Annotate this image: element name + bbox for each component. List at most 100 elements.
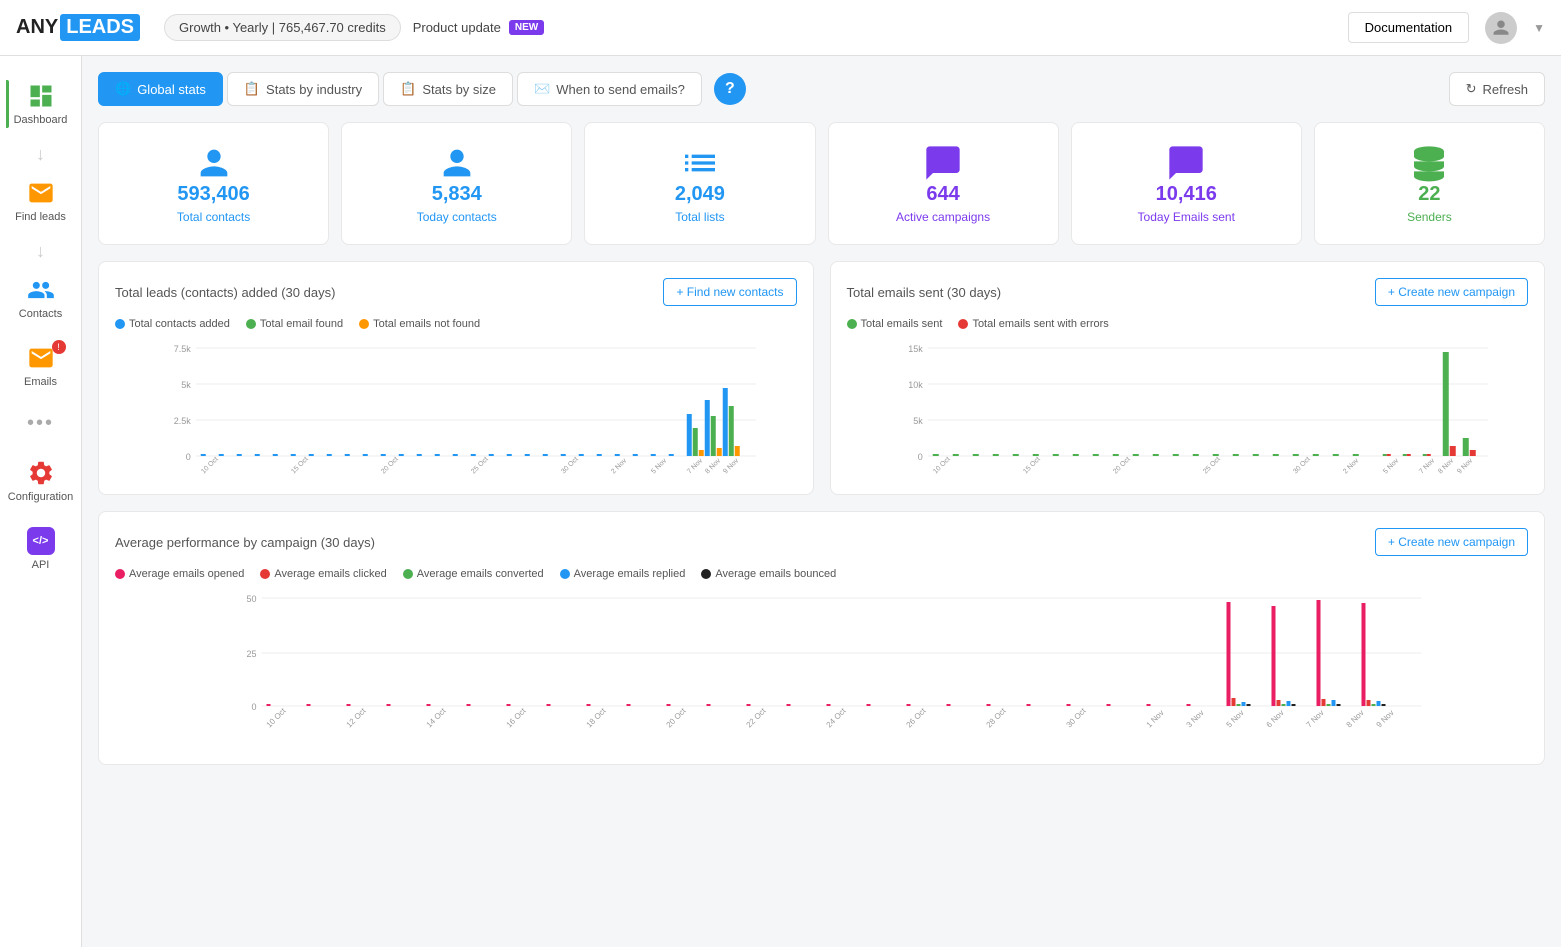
- svg-text:16 Oct: 16 Oct: [505, 706, 529, 730]
- svg-text:30 Oct: 30 Oct: [560, 456, 580, 476]
- svg-text:8 Nov: 8 Nov: [1345, 708, 1366, 729]
- nav-arrow-2: ↓: [36, 241, 45, 262]
- tab-when-to-send[interactable]: ✉️ When to send emails?: [517, 72, 702, 106]
- legend-emails-replied: Average emails replied: [560, 568, 686, 580]
- sidebar-item-more[interactable]: •••: [6, 402, 76, 445]
- api-icon: </>: [27, 527, 55, 555]
- documentation-button[interactable]: Documentation: [1348, 12, 1469, 43]
- svg-text:6 Nov: 6 Nov: [1265, 708, 1286, 729]
- svg-text:20 Oct: 20 Oct: [380, 456, 400, 476]
- tab-global-stats[interactable]: 🌐 Global stats: [98, 72, 223, 106]
- chart-emails-header: Total emails sent (30 days) + Create new…: [847, 278, 1529, 306]
- legend-dot-blue: [115, 319, 125, 329]
- svg-text:5 Nov: 5 Nov: [1382, 457, 1400, 475]
- svg-text:9 Nov: 9 Nov: [722, 457, 740, 475]
- svg-text:8 Nov: 8 Nov: [1437, 457, 1455, 475]
- active-campaigns-icon: [923, 143, 963, 183]
- stat-label-today-emails-sent: Today Emails sent: [1138, 210, 1235, 224]
- contacts-icon: [27, 276, 55, 304]
- logo-leads: LEADS: [60, 14, 140, 41]
- svg-text:10k: 10k: [908, 380, 923, 390]
- chart-emails-area: 15k 10k 5k 0: [847, 338, 1529, 478]
- legend-emails-not-found: Total emails not found: [359, 318, 480, 330]
- svg-text:0: 0: [917, 452, 922, 462]
- nav-arrow-1: ↓: [36, 144, 45, 165]
- stat-card-today-emails-sent: 10,416 Today Emails sent: [1071, 122, 1302, 245]
- legend-emails-sent: Total emails sent: [847, 318, 943, 330]
- help-button[interactable]: ?: [714, 73, 746, 105]
- logo: ANY LEADS: [16, 14, 140, 41]
- legend-dot-opened: [115, 569, 125, 579]
- svg-text:5 Nov: 5 Nov: [1225, 708, 1246, 729]
- sidebar-item-label-configuration: Configuration: [8, 491, 73, 503]
- svg-text:2 Nov: 2 Nov: [1342, 457, 1360, 475]
- stat-label-total-contacts: Total contacts: [177, 210, 250, 224]
- emails-icon: [27, 344, 55, 372]
- sidebar-item-emails[interactable]: ! Emails: [6, 334, 76, 398]
- sidebar-item-find-leads[interactable]: Find leads: [6, 169, 76, 233]
- stat-card-today-contacts: 5,834 Today contacts: [341, 122, 572, 245]
- configuration-icon: [27, 459, 55, 487]
- svg-text:10 Oct: 10 Oct: [932, 456, 952, 476]
- svg-text:9 Nov: 9 Nov: [1456, 457, 1474, 475]
- svg-text:1 Nov: 1 Nov: [1145, 708, 1166, 729]
- stat-card-total-contacts: 593,406 Total contacts: [98, 122, 329, 245]
- stat-number-today-emails-sent: 10,416: [1156, 183, 1217, 206]
- sidebar-item-contacts[interactable]: Contacts: [6, 266, 76, 330]
- refresh-button[interactable]: ↻ Refresh: [1449, 72, 1545, 106]
- tab-stats-by-industry[interactable]: 📋 Stats by industry: [227, 72, 379, 106]
- svg-text:15 Oct: 15 Oct: [290, 456, 310, 476]
- stat-number-senders: 22: [1418, 183, 1440, 206]
- tab-stats-by-size[interactable]: 📋 Stats by size: [383, 72, 513, 106]
- stat-card-total-lists: 2,049 Total lists: [584, 122, 815, 245]
- chart-leads-svg: 7.5k 5k 2.5k 0: [115, 338, 797, 478]
- topbar: ANY LEADS Growth • Yearly | 765,467.70 c…: [0, 0, 1561, 56]
- legend-dot-emails-sent: [847, 319, 857, 329]
- sidebar-item-label-contacts: Contacts: [19, 308, 62, 320]
- active-indicator: [6, 80, 9, 128]
- svg-text:5 Nov: 5 Nov: [650, 457, 668, 475]
- svg-text:5k: 5k: [913, 416, 923, 426]
- create-new-campaign-button-2[interactable]: + Create new campaign: [1375, 528, 1528, 556]
- sidebar-item-configuration[interactable]: Configuration: [6, 449, 76, 513]
- svg-text:5k: 5k: [181, 380, 191, 390]
- legend-emails-clicked: Average emails clicked: [260, 568, 386, 580]
- create-new-campaign-button-1[interactable]: + Create new campaign: [1375, 278, 1528, 306]
- svg-text:25: 25: [246, 649, 256, 659]
- svg-text:9 Nov: 9 Nov: [1375, 708, 1396, 729]
- legend-emails-converted: Average emails converted: [403, 568, 544, 580]
- svg-text:30 Oct: 30 Oct: [1065, 706, 1089, 730]
- sidebar-item-api[interactable]: </> API: [6, 517, 76, 581]
- topbar-right: Documentation ▼: [1348, 12, 1545, 44]
- svg-text:18 Oct: 18 Oct: [585, 706, 609, 730]
- tabs-bar: 🌐 Global stats 📋 Stats by industry 📋 Sta…: [98, 72, 1545, 106]
- chart-emails-legend: Total emails sent Total emails sent with…: [847, 318, 1529, 330]
- svg-text:24 Oct: 24 Oct: [825, 706, 849, 730]
- legend-dot-green: [246, 319, 256, 329]
- refresh-icon: ↻: [1466, 81, 1477, 97]
- sidebar-item-dashboard[interactable]: Dashboard: [6, 72, 76, 136]
- new-badge: NEW: [509, 20, 544, 35]
- emails-badge: !: [52, 340, 66, 354]
- legend-email-found: Total email found: [246, 318, 343, 330]
- chart-leads-area: 7.5k 5k 2.5k 0: [115, 338, 797, 478]
- size-icon: 📋: [400, 81, 416, 97]
- chart-leads-title: Total leads (contacts) added (30 days): [115, 285, 335, 300]
- svg-text:14 Oct: 14 Oct: [425, 706, 449, 730]
- stat-number-total-contacts: 593,406: [177, 183, 249, 206]
- avatar[interactable]: [1485, 12, 1517, 44]
- svg-text:3 Nov: 3 Nov: [1185, 708, 1206, 729]
- sidebar-item-label-api: API: [32, 559, 50, 571]
- charts-row: Total leads (contacts) added (30 days) +…: [98, 261, 1545, 495]
- email-tab-icon: ✉️: [534, 81, 550, 97]
- find-new-contacts-button[interactable]: + Find new contacts: [663, 278, 796, 306]
- chart-performance-legend: Average emails opened Average emails cli…: [115, 568, 1528, 580]
- legend-emails-opened: Average emails opened: [115, 568, 244, 580]
- stat-number-total-lists: 2,049: [675, 183, 725, 206]
- svg-text:7 Nov: 7 Nov: [1305, 708, 1326, 729]
- legend-emails-errors: Total emails sent with errors: [958, 318, 1108, 330]
- product-update: Product update NEW: [413, 20, 545, 35]
- chart-leads-legend: Total contacts added Total email found T…: [115, 318, 797, 330]
- tabs-right: ↻ Refresh: [1449, 72, 1545, 106]
- chart-performance: Average performance by campaign (30 days…: [98, 511, 1545, 765]
